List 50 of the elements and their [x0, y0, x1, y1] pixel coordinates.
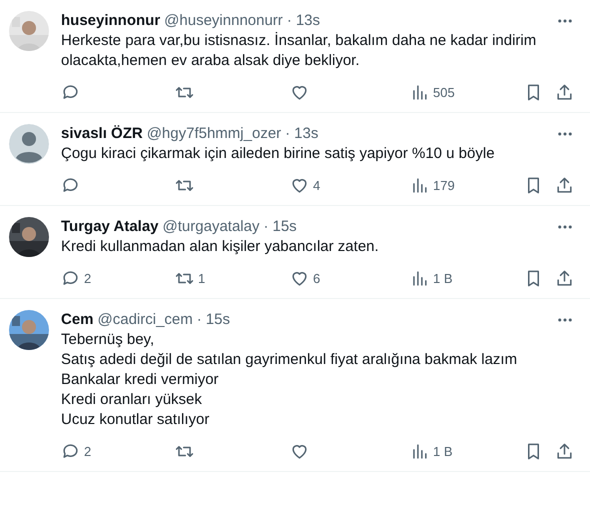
tweet-text: Tebernüş bey, — [61, 330, 156, 350]
reply-icon — [61, 268, 80, 288]
repost-button[interactable]: 1 — [175, 268, 290, 288]
tweet-text: Çogu kiraci çikarmak için aileden birine satiş yapiyor %10 u böyle — [61, 144, 496, 164]
user-handle: @huseyinnnonurr — [164, 11, 283, 31]
user-handle: @hgy7f5hmmj_ozer — [146, 124, 282, 144]
user-name: Turgay Atalay — [61, 217, 159, 237]
reply-button[interactable]: 2 — [61, 268, 175, 288]
separator-dot: · — [263, 217, 268, 237]
bar-chart-icon — [410, 82, 429, 102]
user-handle: @turgayatalay — [162, 217, 260, 237]
tweet-text: Kredi kullanmadan alan kişiler yabancılar zaten. — [61, 237, 380, 257]
share-button[interactable] — [555, 442, 574, 460]
views-button[interactable]: 179 — [410, 176, 510, 194]
views-button[interactable]: 1 B — [410, 268, 510, 288]
bar-chart-icon — [410, 268, 429, 288]
share-button[interactable] — [555, 268, 574, 288]
user-name: Cem — [61, 310, 94, 330]
separator-dot: · — [285, 124, 290, 144]
user-name: huseyinnonur — [61, 11, 160, 31]
like-button[interactable]: 4 — [290, 176, 410, 194]
reply-icon — [61, 442, 80, 460]
views-button[interactable]: 505 — [410, 82, 510, 102]
user-name: sivaslı ÖZR — [61, 124, 143, 144]
share-icon — [555, 442, 574, 460]
like-button[interactable]: 6 — [290, 268, 410, 288]
share-icon — [555, 176, 574, 194]
default-avatar-icon — [9, 124, 49, 164]
tweet-text: Herkeste para var,bu istisnasız. İnsanlar, bakalım daha ne kadar indirim olacakta,hemen ev araba alsak diye bekliyor. — [61, 31, 538, 71]
bar-chart-icon — [410, 176, 429, 194]
post-time: 13s — [296, 11, 320, 31]
tweet-text: Bankalar kredi vermiyor — [61, 370, 220, 390]
separator-dot: · — [196, 310, 202, 330]
separator-dot: · — [286, 11, 292, 31]
bar-chart-icon — [410, 442, 429, 460]
user-handle: @cadirci_cem — [98, 310, 193, 330]
post-time: 15s — [272, 217, 297, 237]
tweet-text: Kredi oranları yüksek — [61, 390, 203, 410]
share-icon — [555, 82, 574, 102]
views-button[interactable]: 1 B — [410, 442, 510, 460]
reply-icon — [61, 176, 80, 194]
share-button[interactable] — [555, 176, 574, 194]
tweet-text: Satış adedi değil de satılan gayrimenkul fiyat aralığına bakmak lazım — [61, 350, 518, 370]
post-time: 15s — [206, 310, 230, 330]
share-icon — [555, 268, 574, 288]
reply-button[interactable]: 2 — [61, 442, 175, 460]
post-time: 13s — [294, 124, 318, 144]
reply-icon — [61, 82, 80, 102]
share-button[interactable] — [555, 82, 574, 102]
tweet-text: Ucuz konutlar satılıyor — [61, 410, 210, 430]
